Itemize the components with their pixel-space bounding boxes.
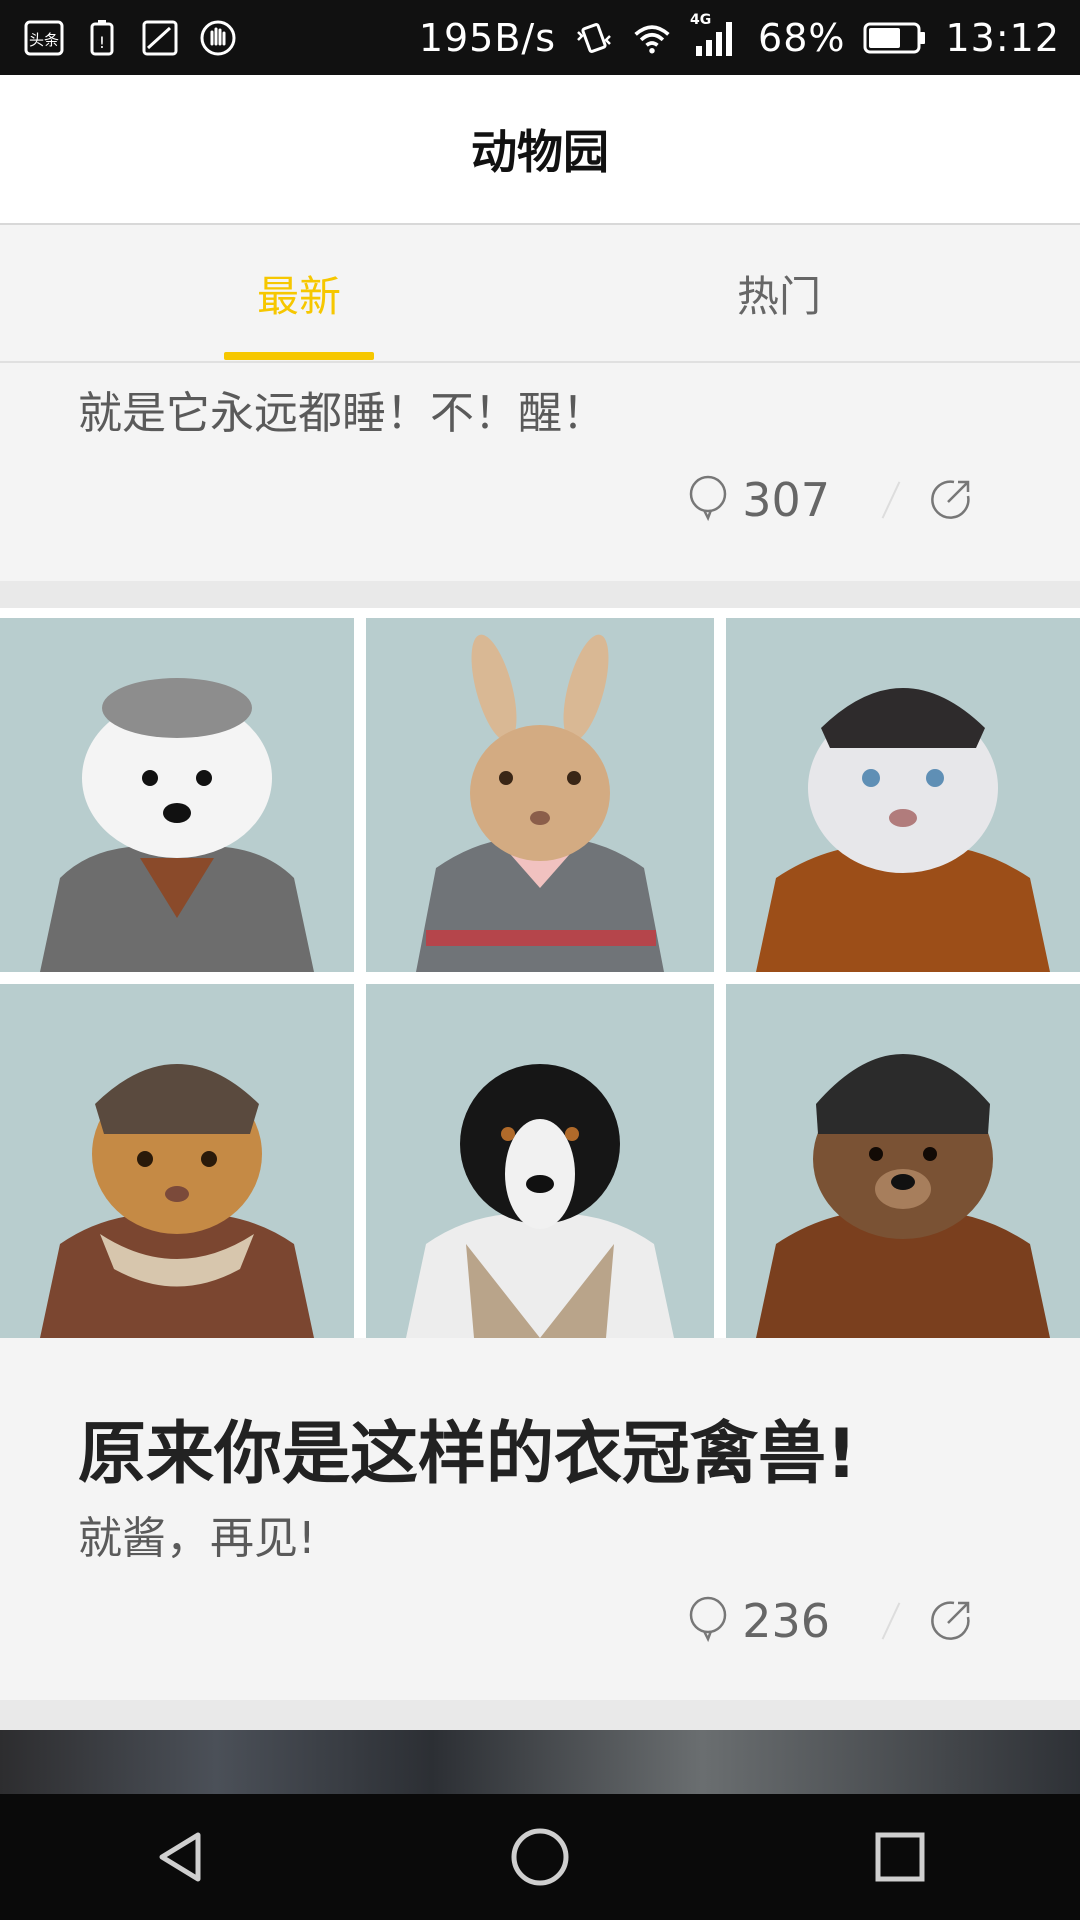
action-divider: [881, 1602, 901, 1640]
battery-percent: 68%: [758, 15, 846, 60]
vibrate-icon: [574, 18, 614, 58]
card-subtitle: 就是它永远都睡！不！醒！: [78, 388, 606, 439]
grid-image-white-tiger[interactable]: [726, 618, 1080, 972]
card-title: 原来你是这样的衣冠禽兽!: [78, 1415, 858, 1494]
clock: 13:12: [945, 15, 1060, 60]
hand-icon: [198, 18, 238, 58]
grid-image-border-collie[interactable]: [366, 984, 714, 1338]
battery-warning-icon: !: [82, 18, 122, 58]
svg-text:!: !: [99, 33, 105, 52]
grid-image-rabbit[interactable]: [366, 618, 714, 972]
toutiao-app-icon: 头条: [24, 18, 64, 58]
signal-icon: 4G: [690, 12, 740, 58]
action-divider: [881, 481, 901, 519]
network-type-label: 4G: [690, 11, 712, 28]
tab-active-indicator: [224, 352, 374, 360]
recents-icon[interactable]: [840, 1797, 960, 1917]
comment-icon[interactable]: [688, 1595, 728, 1647]
grid-image-dog[interactable]: [0, 618, 354, 972]
feed-card[interactable]: 原来你是这样的衣冠禽兽! 就酱，再见! 236: [0, 1338, 1080, 1700]
comment-icon[interactable]: [688, 474, 728, 526]
next-card-image[interactable]: [0, 1730, 1080, 1794]
wifi-icon: [632, 18, 672, 58]
grid-image-leopard-cub[interactable]: [0, 984, 354, 1338]
app-header: 动物园: [0, 75, 1080, 225]
image-grid: [0, 608, 1080, 1338]
image-icon: [140, 18, 180, 58]
share-icon[interactable]: [930, 476, 974, 524]
card-separator: [0, 1700, 1080, 1730]
card-subtitle: 就酱，再见!: [78, 1513, 316, 1564]
net-speed: 195B/s: [418, 15, 557, 60]
card-separator: [0, 581, 1080, 608]
feed-card[interactable]: 就是它永远都睡！不！醒！ 307: [0, 363, 1080, 581]
share-icon[interactable]: [930, 1597, 974, 1645]
card-actions: 236: [688, 1594, 974, 1648]
comment-count: 307: [742, 473, 830, 527]
grid-image-bear[interactable]: [726, 984, 1080, 1338]
tab-bar: 最新 热门: [0, 225, 1080, 363]
status-right: 195B/s 4G 68% 13:12: [418, 12, 1060, 60]
card-actions: 307: [688, 473, 974, 527]
page-title: 动物园: [471, 125, 609, 179]
tab-latest[interactable]: 最新: [224, 225, 374, 361]
home-icon[interactable]: [480, 1797, 600, 1917]
tab-hot[interactable]: 热门: [704, 225, 854, 361]
battery-icon: [863, 18, 927, 58]
system-nav-bar: [0, 1794, 1080, 1920]
status-bar: 头条 ! 195B/s 4G 68% 13:12: [0, 0, 1080, 75]
comment-count: 236: [742, 1594, 830, 1648]
back-icon[interactable]: [120, 1797, 240, 1917]
svg-text:头条: 头条: [29, 31, 59, 49]
status-left-icons: 头条 !: [24, 18, 238, 58]
